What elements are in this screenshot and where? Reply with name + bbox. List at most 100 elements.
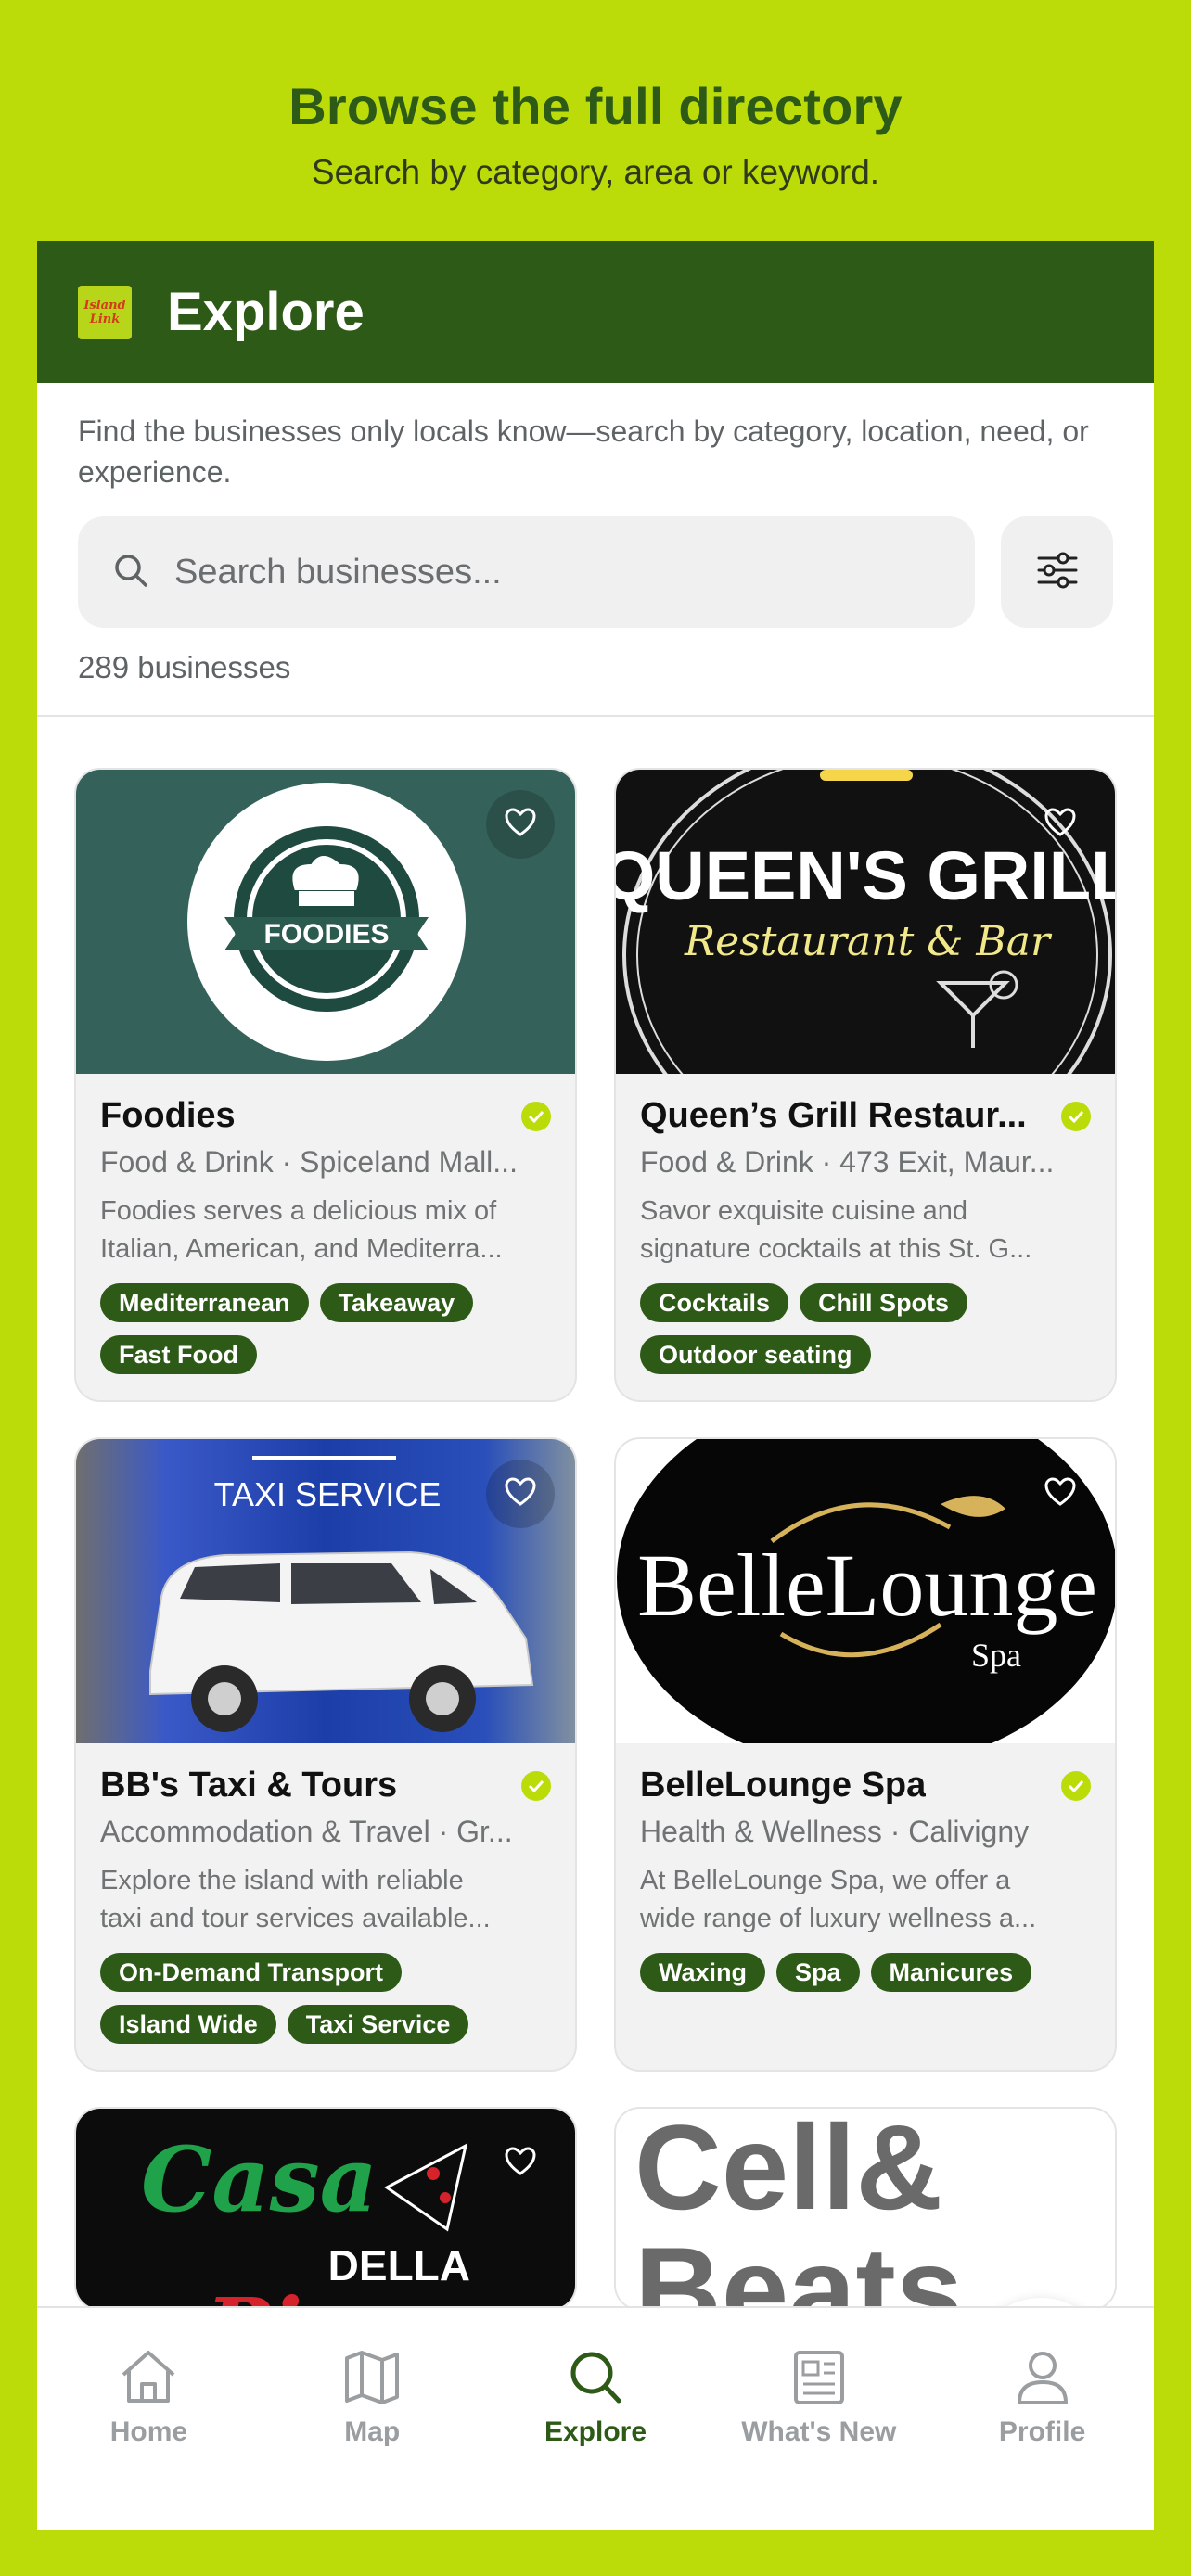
description-line: taxi and tour services available... [100, 1904, 491, 1933]
search-input[interactable] [174, 552, 935, 593]
favorite-button[interactable] [1026, 790, 1095, 859]
verified-icon [521, 1770, 551, 1801]
favorite-button[interactable] [1026, 1460, 1095, 1528]
cell-logo-subtext: Beats [634, 2222, 963, 2311]
map-icon [339, 2347, 404, 2411]
card-body: BelleLounge Spa Health & Wellness · Cali… [616, 1743, 1115, 2018]
search-row [78, 516, 1113, 628]
business-meta: Food & Drink · Spiceland Mall... [100, 1145, 518, 1179]
description-line: signature cocktails at this St. G... [640, 1234, 1032, 1264]
business-image: Casa DELLA Pizza [76, 2109, 575, 2309]
tag-chip[interactable]: Spa [776, 1953, 860, 1992]
business-description: Foodies serves a delicious mix of Italia… [100, 1192, 551, 1269]
business-meta: Accommodation & Travel · Gr... [100, 1815, 513, 1848]
tag-chip[interactable]: Mediterranean [100, 1283, 309, 1322]
business-card-foodies[interactable]: FOODIES Foodies Food & Drink · Spiceland… [74, 768, 577, 1402]
card-name-row: Queen’s Grill Restaur... [640, 1096, 1091, 1136]
queens-logo-subtext: Restaurant & Bar [684, 918, 1053, 965]
promo-title: Browse the full directory [288, 77, 903, 135]
card-name-row: BB's Taxi & Tours [100, 1766, 551, 1805]
foodies-logo: FOODIES [187, 783, 466, 1061]
tag-chip[interactable]: Manicures [870, 1953, 1032, 1992]
tag-list: Mediterranean Takeaway Fast Food [100, 1283, 551, 1374]
divider [37, 715, 1154, 717]
casa-logo-text: Casa [141, 2127, 378, 2232]
tag-chip[interactable]: Taxi Service [287, 2005, 469, 2044]
home-icon [116, 2347, 181, 2411]
business-image: BelleLounge Spa [616, 1439, 1115, 1743]
tab-map[interactable]: Map [261, 2308, 484, 2530]
tab-label: Home [109, 2417, 188, 2447]
business-image: TAXI SERVICE [76, 1439, 575, 1743]
bottom-tab-bar: Home Map Explore What's New Profile [37, 2306, 1154, 2530]
description-line: At BelleLounge Spa, we offer a [640, 1866, 1011, 1895]
belle-logo-text: BelleLounge [637, 1536, 1097, 1635]
description-line: wide range of luxury wellness a... [640, 1904, 1037, 1933]
verified-icon [1061, 1101, 1091, 1131]
business-description: At BelleLounge Spa, we offer a wide rang… [640, 1862, 1091, 1938]
person-icon [1010, 2347, 1075, 2411]
tag-list: Cocktails Chill Spots Outdoor seating [640, 1283, 1091, 1374]
business-grid: FOODIES Foodies Food & Drink · Spiceland… [74, 768, 1117, 2311]
tag-chip[interactable]: Island Wide [100, 2005, 276, 2044]
search-icon [563, 2347, 628, 2411]
logo-text-line-2: Link [89, 312, 121, 326]
heart-icon [505, 807, 536, 842]
description-line: Italian, American, and Mediterra... [100, 1234, 503, 1264]
results-count: 289 businesses [78, 650, 291, 684]
tag-chip[interactable]: Fast Food [100, 1335, 257, 1374]
business-name: BB's Taxi & Tours [100, 1766, 398, 1804]
business-meta: Health & Wellness · Calivigny [640, 1815, 1030, 1848]
tag-list: On-Demand Transport Island Wide Taxi Ser… [100, 1953, 551, 2044]
verified-icon [521, 1101, 551, 1131]
heart-icon [505, 2146, 536, 2181]
business-name: Foodies [100, 1096, 236, 1135]
card-body: Queen’s Grill Restaur... Food & Drink · … [616, 1074, 1115, 1400]
business-card-casa-della-pizza[interactable]: Casa DELLA Pizza [74, 2107, 577, 2311]
tag-chip[interactable]: On-Demand Transport [100, 1953, 403, 1992]
business-description: Savor exquisite cuisine and signature co… [640, 1192, 1091, 1269]
business-image: Cell& Beats [616, 2109, 1115, 2311]
favorite-button[interactable] [486, 790, 555, 859]
card-name-row: BelleLounge Spa [640, 1766, 1091, 1805]
cell-logo-text: Cell& [634, 2109, 942, 2235]
foodies-logo-text: FOODIES [263, 919, 389, 950]
business-card-queens-grill[interactable]: QUEEN'S GRILL Restaurant & Bar Queen’s G… [614, 768, 1117, 1402]
tag-chip[interactable]: Takeaway [319, 1283, 474, 1322]
tab-label: What's New [741, 2417, 897, 2447]
page-title: Explore [167, 282, 365, 342]
card-body: BB's Taxi & Tours Accommodation & Travel… [76, 1743, 575, 2070]
newspaper-icon [787, 2347, 852, 2411]
verified-icon [1061, 1770, 1091, 1801]
sliders-icon [1036, 552, 1079, 593]
heart-icon [1044, 807, 1076, 842]
app-screen: Island Link Explore Find the businesses … [37, 241, 1154, 2530]
tag-chip[interactable]: Outdoor seating [640, 1335, 871, 1374]
tab-profile[interactable]: Profile [930, 2308, 1154, 2530]
taxi-image-text: TAXI SERVICE [214, 1475, 442, 1513]
heart-icon [1044, 1476, 1076, 1511]
description-line: Savor exquisite cuisine and [640, 1196, 968, 1226]
tag-chip[interactable]: Chill Spots [800, 1283, 968, 1322]
business-image: FOODIES [76, 770, 575, 1074]
tag-list: Waxing Spa Manicures [640, 1953, 1091, 1992]
business-description: Explore the island with reliable taxi an… [100, 1862, 551, 1938]
logo-text-line-1: Island [83, 298, 126, 312]
filter-button[interactable] [1001, 516, 1113, 628]
tab-label: Map [344, 2417, 401, 2447]
business-name: BelleLounge Spa [640, 1766, 927, 1804]
tag-chip[interactable]: Cocktails [640, 1283, 789, 1322]
business-card-cell-beats[interactable]: Cell& Beats [614, 2107, 1117, 2311]
tab-label: Profile [998, 2417, 1086, 2447]
tab-explore[interactable]: Explore [484, 2308, 708, 2530]
business-card-bellelounge[interactable]: BelleLounge Spa BelleLounge Spa Health &… [614, 1437, 1117, 2072]
search-box[interactable] [78, 516, 975, 628]
business-card-bbs-taxi[interactable]: TAXI SERVICE BB's Taxi & Tours Accommoda… [74, 1437, 577, 2072]
promo-subtitle: Search by category, area or keyword. [311, 153, 880, 191]
tab-whats-new[interactable]: What's New [707, 2308, 930, 2530]
favorite-button[interactable] [486, 1460, 555, 1528]
tag-chip[interactable]: Waxing [640, 1953, 766, 1992]
tab-home[interactable]: Home [37, 2308, 261, 2530]
belle-logo-subtext: Spa [971, 1637, 1021, 1674]
favorite-button[interactable] [486, 2129, 555, 2198]
